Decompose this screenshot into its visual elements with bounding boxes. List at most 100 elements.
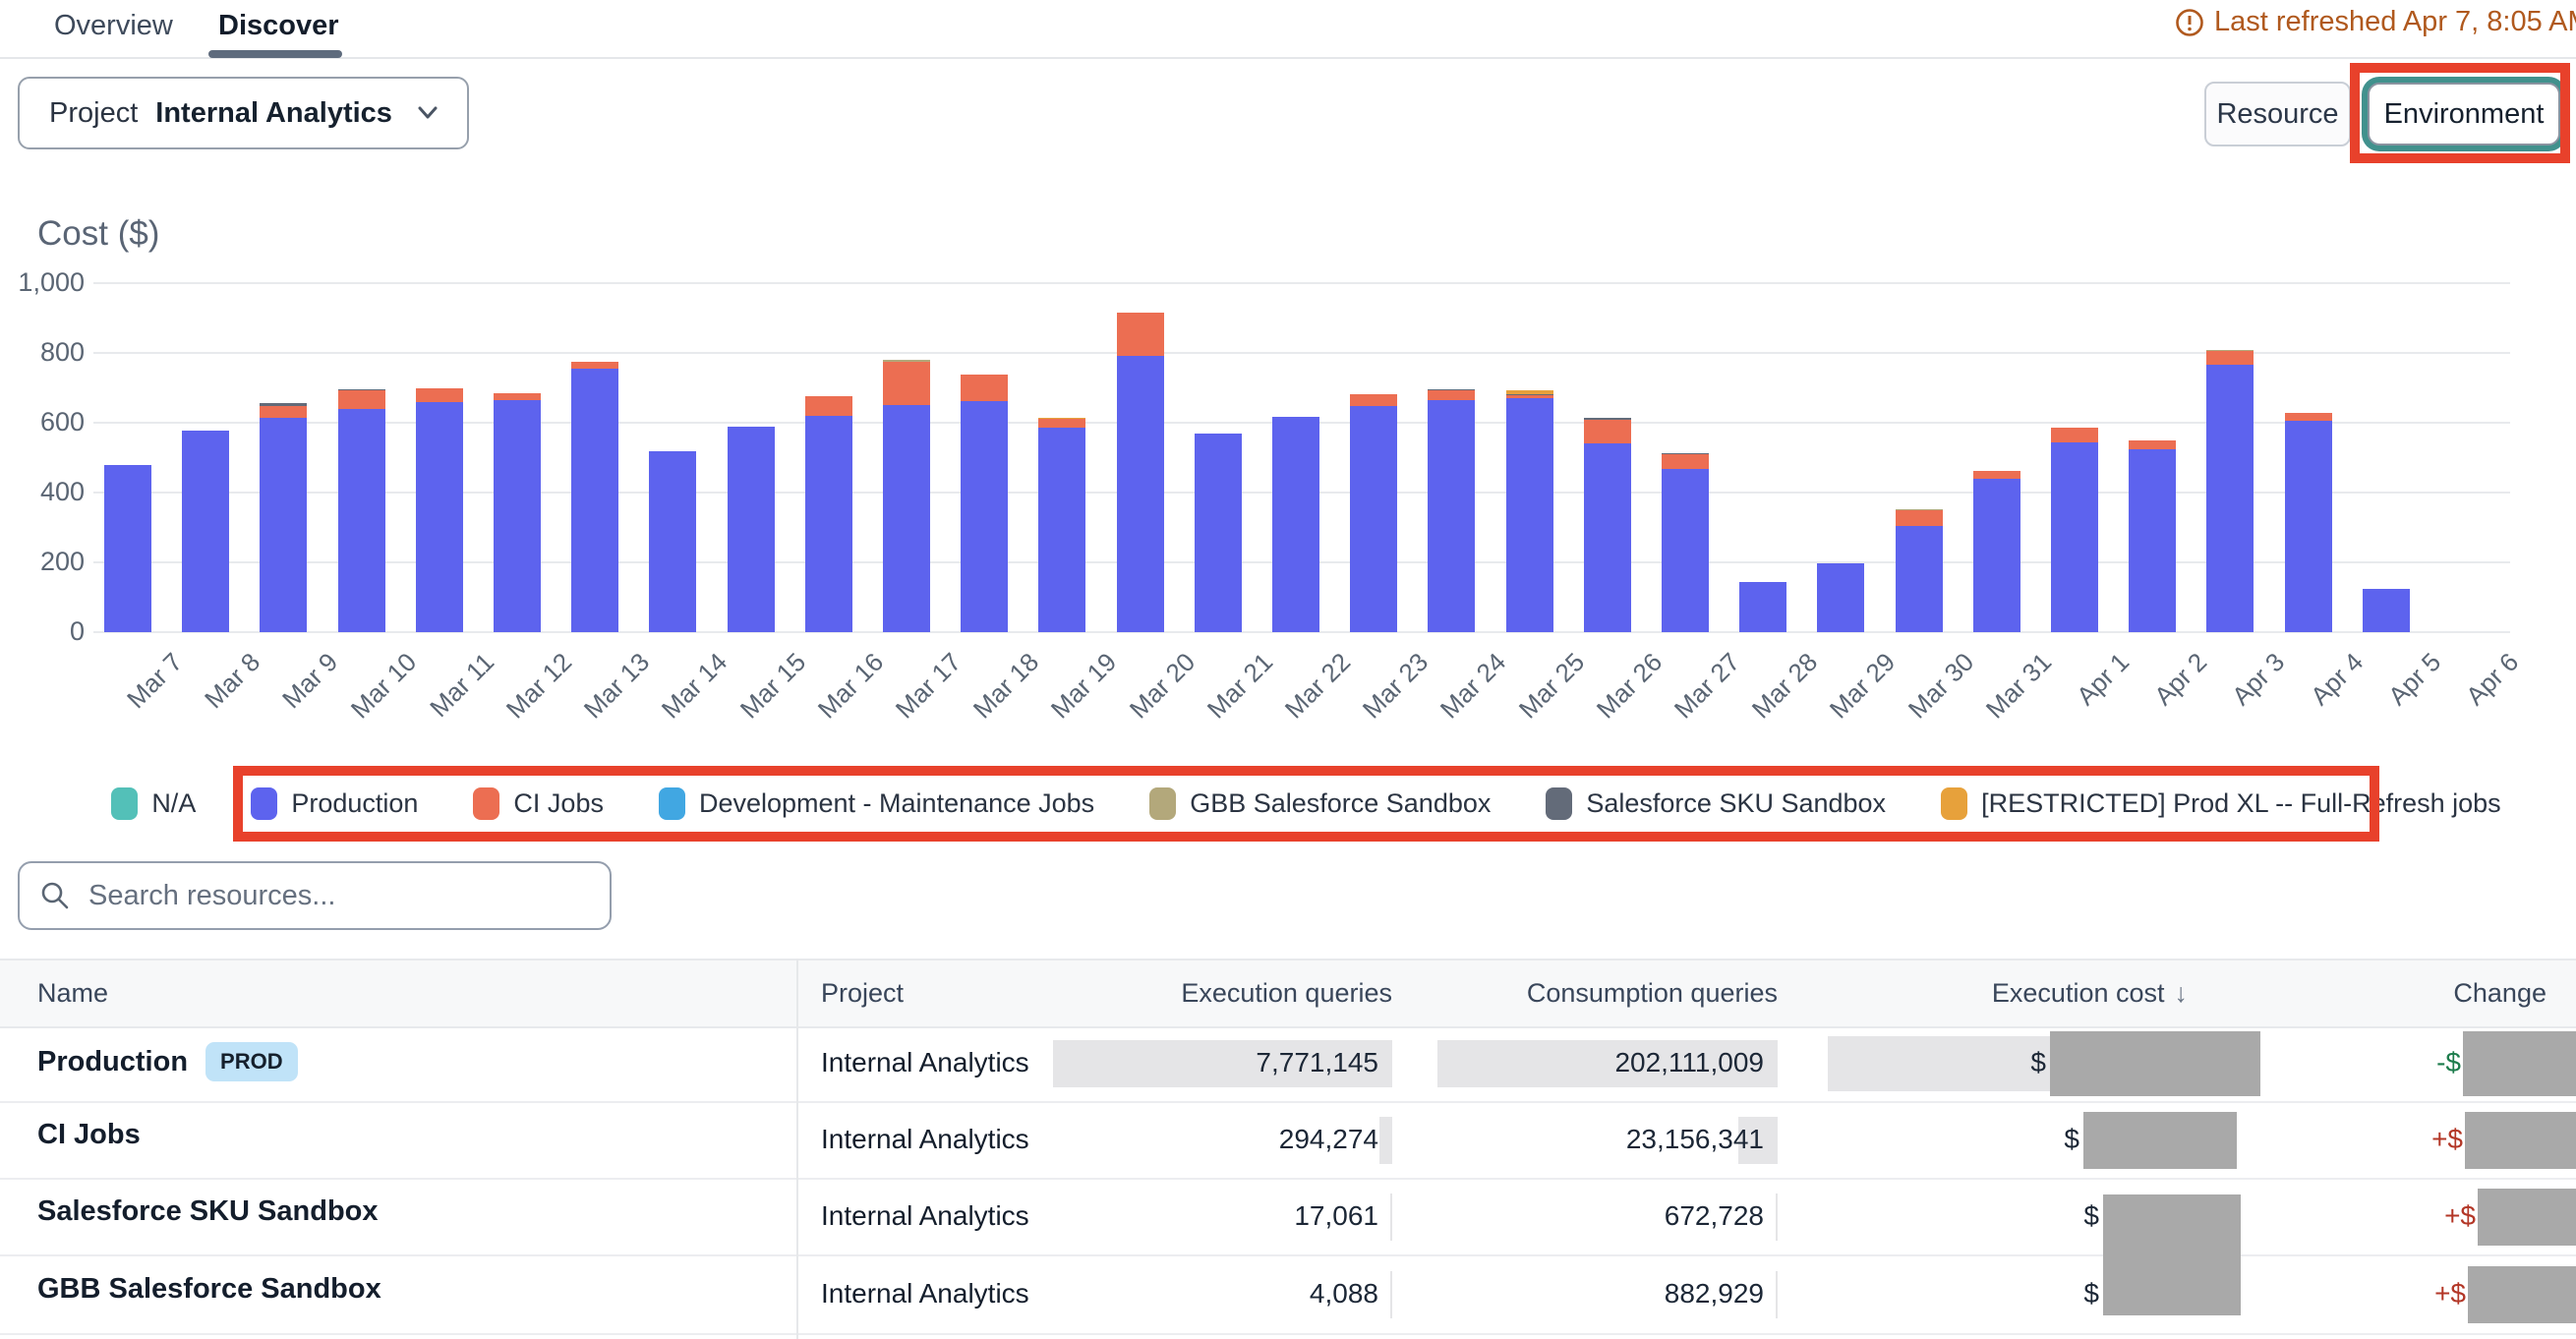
resource-name[interactable]: Production — [37, 1046, 188, 1078]
bar-segment-production-mar-19[interactable] — [1038, 428, 1085, 632]
bar-segment-production-apr-1[interactable] — [2051, 442, 2098, 632]
bar-segment-ci-jobs-apr-3[interactable] — [2206, 351, 2254, 365]
bar-segment-ci-jobs-mar-19[interactable] — [1038, 419, 1085, 428]
column-header-change[interactable]: Change — [2453, 961, 2547, 1026]
bar-segment-production-mar-11[interactable] — [416, 402, 463, 632]
bar-segment-production-mar-29[interactable] — [1817, 563, 1864, 632]
tab-discover[interactable]: Discover — [218, 10, 339, 42]
bar-segment-salesforce-sku-sandbox-mar-24[interactable] — [1428, 389, 1475, 390]
bar-segment-ci-jobs-mar-30[interactable] — [1896, 510, 1943, 526]
bar-segment-ci-jobs-apr-4[interactable] — [2285, 413, 2332, 421]
bar-segment-production-mar-22[interactable] — [1272, 417, 1319, 632]
table-row-production[interactable]: ProductionPRODInternal Analytics7,771,14… — [0, 1026, 2576, 1103]
bar-segment-production-mar-8[interactable] — [182, 431, 229, 632]
bar-segment-production-apr-4[interactable] — [2285, 421, 2332, 632]
x-tick-label: Mar 11 — [402, 647, 500, 745]
bar-segment-production-mar-20[interactable] — [1117, 356, 1164, 633]
bar-segment-production-mar-31[interactable] — [1973, 479, 2020, 632]
search-box[interactable] — [18, 861, 612, 930]
bar-segment-production-mar-9[interactable] — [260, 418, 307, 632]
bar-segment-gbb-salesforce-sandbox-apr-3[interactable] — [2206, 350, 2254, 351]
bar-segment-production-mar-28[interactable] — [1739, 582, 1786, 632]
legend-item-n-a[interactable]: N/A — [111, 787, 196, 820]
bar-segment-production-mar-26[interactable] — [1584, 443, 1631, 632]
y-tick-label: 0 — [8, 616, 85, 647]
bar-segment-production-apr-3[interactable] — [2206, 365, 2254, 632]
bar-segment-production-mar-24[interactable] — [1428, 400, 1475, 632]
group-by-resource-button[interactable]: Resource — [2204, 82, 2351, 146]
bar-segment--restricted-prod-xl-full-refresh-jobs-mar-19[interactable] — [1038, 418, 1085, 420]
execution-cost-redacted-merged — [2103, 1194, 2241, 1315]
x-tick-label: Mar 28 — [1726, 647, 1824, 745]
bar-segment-production-mar-17[interactable] — [883, 405, 930, 632]
search-input[interactable] — [87, 879, 590, 913]
legend-item-salesforce-sku-sandbox[interactable]: Salesforce SKU Sandbox — [1546, 787, 1886, 820]
bar-segment-production-mar-7[interactable] — [104, 465, 151, 632]
bar-segment-salesforce-sku-sandbox-mar-9[interactable] — [260, 403, 307, 406]
bar-segment-ci-jobs-mar-24[interactable] — [1428, 390, 1475, 400]
bar-segment-ci-jobs-mar-26[interactable] — [1584, 420, 1631, 443]
bar-segment-production-mar-13[interactable] — [571, 369, 618, 632]
legend-item-gbb-salesforce-sandbox[interactable]: GBB Salesforce Sandbox — [1149, 787, 1491, 820]
project-filter-dropdown[interactable]: Project Internal Analytics — [18, 77, 469, 149]
bar-segment-production-mar-21[interactable] — [1195, 434, 1242, 632]
bar-segment-ci-jobs-mar-9[interactable] — [260, 406, 307, 418]
bar-segment-ci-jobs-mar-17[interactable] — [883, 362, 930, 405]
column-header-execution-queries[interactable]: Execution queries — [1181, 961, 1392, 1026]
bar-segment-ci-jobs-mar-10[interactable] — [338, 390, 385, 408]
group-by-environment-button[interactable]: Environment — [2368, 83, 2560, 146]
project-cell: Internal Analytics — [821, 1200, 1029, 1232]
bar-segment-production-mar-15[interactable] — [728, 427, 775, 632]
bar-segment-production-apr-5[interactable] — [2363, 589, 2410, 632]
bar-segment-ci-jobs-apr-2[interactable] — [2129, 440, 2176, 449]
bar-segment-gbb-salesforce-sandbox-mar-30[interactable] — [1896, 509, 1943, 510]
bar-segment-production-mar-12[interactable] — [494, 400, 541, 632]
bar-segment-production-mar-16[interactable] — [805, 416, 852, 632]
bar-segment-gbb-salesforce-sandbox-mar-17[interactable] — [883, 360, 930, 361]
bar-segment-production-mar-23[interactable] — [1350, 406, 1397, 632]
column-header-consumption-queries[interactable]: Consumption queries — [1527, 961, 1778, 1026]
bar-segment-ci-jobs-mar-27[interactable] — [1662, 454, 1709, 469]
column-header-project[interactable]: Project — [821, 961, 904, 1026]
bar-segment-salesforce-sku-sandbox-mar-27[interactable] — [1662, 453, 1709, 454]
legend-item-production[interactable]: Production — [251, 787, 418, 820]
bar-segment--restricted-prod-xl-full-refresh-jobs-mar-25[interactable] — [1506, 390, 1553, 394]
bar-segment-ci-jobs-mar-18[interactable] — [961, 375, 1008, 401]
bar-segment-ci-jobs-mar-11[interactable] — [416, 388, 463, 403]
legend-label: CI Jobs — [513, 788, 604, 819]
bar-segment-production-mar-18[interactable] — [961, 401, 1008, 632]
legend-item-development-maintenance-jobs[interactable]: Development - Maintenance Jobs — [659, 787, 1094, 820]
bar-segment-production-mar-25[interactable] — [1506, 398, 1553, 632]
legend-label: Salesforce SKU Sandbox — [1586, 788, 1886, 819]
column-header-name[interactable]: Name — [37, 961, 108, 1026]
legend-item--restricted-prod-xl-full-refresh-jobs[interactable]: [RESTRICTED] Prod XL -- Full-Refresh job… — [1941, 787, 2501, 820]
bar-segment-production-mar-14[interactable] — [649, 451, 696, 632]
bar-segment-production-mar-27[interactable] — [1662, 469, 1709, 632]
bar-segment-ci-jobs-apr-1[interactable] — [2051, 428, 2098, 441]
bar-segment-ci-jobs-mar-16[interactable] — [805, 396, 852, 416]
resource-name[interactable]: GBB Salesforce Sandbox — [37, 1273, 381, 1306]
legend-item-ci-jobs[interactable]: CI Jobs — [473, 787, 604, 820]
bar-segment-production-mar-30[interactable] — [1896, 526, 1943, 632]
table-row-ci-jobs[interactable]: CI JobsInternal Analytics294,27423,156,3… — [0, 1103, 2576, 1180]
x-tick-label: Mar 22 — [1259, 647, 1357, 745]
consumption-queries-value: 23,156,341 — [1626, 1124, 1764, 1155]
bar-segment-ci-jobs-mar-23[interactable] — [1350, 394, 1397, 406]
resource-name[interactable]: CI Jobs — [37, 1119, 141, 1151]
bar-segment-production-mar-10[interactable] — [338, 409, 385, 632]
bar-segment-ci-jobs-mar-20[interactable] — [1117, 313, 1164, 355]
execution-queries-value: 294,274 — [1279, 1124, 1378, 1155]
column-header-execution-cost[interactable]: Execution cost ↓ — [1992, 961, 2188, 1026]
legend-label: GBB Salesforce Sandbox — [1190, 788, 1491, 819]
bar-segment-ci-jobs-mar-25[interactable] — [1506, 395, 1553, 398]
x-tick-label: Mar 15 — [714, 647, 812, 745]
bar-segment-salesforce-sku-sandbox-mar-10[interactable] — [338, 389, 385, 390]
bar-segment-salesforce-sku-sandbox-mar-25[interactable] — [1506, 394, 1553, 395]
bar-segment-ci-jobs-mar-12[interactable] — [494, 393, 541, 400]
resource-name[interactable]: Salesforce SKU Sandbox — [37, 1195, 379, 1228]
bar-segment-salesforce-sku-sandbox-mar-26[interactable] — [1584, 418, 1631, 419]
bar-segment-ci-jobs-mar-31[interactable] — [1973, 471, 2020, 479]
bar-segment-production-apr-2[interactable] — [2129, 449, 2176, 632]
tab-overview[interactable]: Overview — [54, 10, 173, 42]
bar-segment-ci-jobs-mar-13[interactable] — [571, 362, 618, 369]
